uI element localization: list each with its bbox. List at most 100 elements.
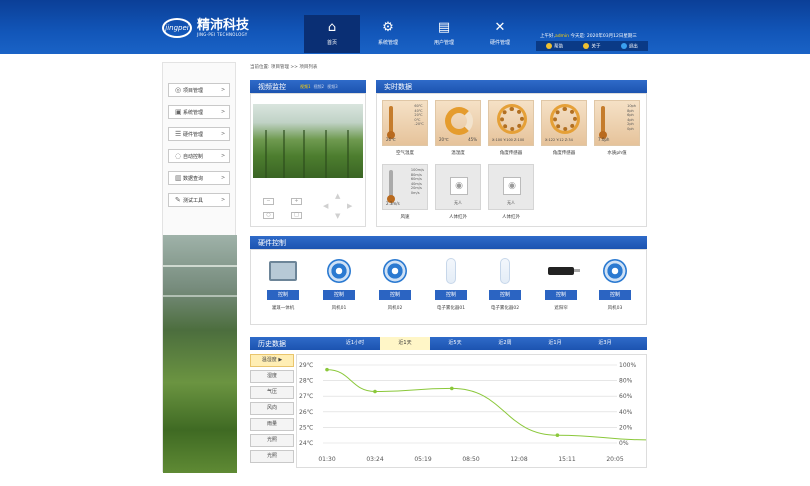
nav-client[interactable]: ▤ 用户管理 [416,15,472,53]
arrow-up-icon[interactable]: ▲ [335,192,340,200]
device-irrigation: 控制 灌溉一体机 [257,256,309,311]
sidebar-item-system[interactable]: ▣ 系统管理 > [168,105,230,119]
sensor-temp-humidity: 20℃ 45% 温湿度 [434,100,482,156]
y-right-tick-label: 80% [619,378,633,385]
sensor-value: 2.3m/s [386,201,400,206]
y-left-tick-label: 29℃ [299,362,314,369]
video-tab-1[interactable]: 视频1 [300,84,311,90]
sensor-card: 60℃ 40℃ 20℃ 0℃ -20℃ 26℃ [382,100,428,146]
hardware-panel: 控制 灌溉一体机 控制 风机01 控制 风机02 控制 电子雾化器01 控制 电… [250,249,647,325]
nav-system[interactable]: ⚙ 系统管理 [360,15,416,53]
zoom-in-button[interactable]: + [291,198,302,205]
nav-home[interactable]: ⌂ 首页 [304,15,360,53]
tab-1-hour[interactable]: 近1小时 [330,337,380,350]
top-nav: ⌂ 首页 ⚙ 系统管理 ▤ 用户管理 ✕ 硬件管理 [304,15,528,53]
sidebar-item-data-query[interactable]: ▥ 数据查询 > [168,171,230,185]
sensor-value: 无人 [454,200,462,205]
logo-title: 精沛科技 [197,18,250,33]
tab-2-weeks[interactable]: 近2周 [480,337,530,350]
scale-label: 60℃ [414,104,423,108]
tab-5-days[interactable]: 近5天 [430,337,480,350]
metric-light-2[interactable]: 光照 [250,450,294,463]
control-button[interactable]: 控制 [323,290,355,300]
control-button[interactable]: 控制 [435,290,467,300]
sensor-card: 100m/s 80m/s 60m/s 40m/s 20m/s 0m/s 2.3m… [382,164,428,210]
about-button[interactable]: 关于 [583,42,600,49]
angle-gauge-icon [553,107,577,131]
snapshot-button[interactable]: □ [291,212,302,219]
atomizer-icon [446,258,456,284]
nav-label: 系统管理 [377,40,398,46]
metric-humidity[interactable]: 湿度 [250,370,294,383]
sidebar-item-auto-control[interactable]: ◌ 自动控制 > [168,149,230,163]
sensor-air-temp: 60℃ 40℃ 20℃ 0℃ -20℃ 26℃ 空气温度 [381,100,429,156]
video-panel-header: 视频监控 视频1 视频2 视频3 [250,80,366,93]
arrow-left-icon[interactable]: ◀ [323,202,328,210]
data-point [555,433,560,437]
zoom-out-button[interactable]: − [263,198,274,205]
control-button[interactable]: 控制 [267,290,299,300]
sensor-card: 10ph 8ph 6ph 4ph 2ph 0ph 7.0ph [594,100,640,146]
metric-temp-humidity[interactable]: 温湿度 ▶ [250,354,294,367]
chevron-right-icon: > [221,197,226,203]
help-label: 帮助 [554,44,564,50]
video-tab-2[interactable]: 视频2 [314,84,325,90]
y-right-tick-label: 40% [619,409,633,416]
video-tab-3[interactable]: 视频3 [327,84,338,90]
device-fan-01: 控制 风机01 [313,256,365,311]
x-tick-label: 05:19 [414,456,431,463]
realtime-panel-header: 实时数据 [376,80,647,93]
device-name: 风机03 [607,306,623,311]
record-button[interactable]: ○ [263,212,274,219]
system-gear-icon: ⚙ [382,20,394,35]
control-button[interactable]: 控制 [489,290,521,300]
fan-icon [327,259,351,283]
video-frame[interactable] [253,104,363,178]
logout-label: 退出 [628,44,638,50]
sidebar-item-label: 测试工具 [183,197,204,204]
y-right-tick-label: 0% [619,440,629,447]
tab-1-month[interactable]: 近1月 [530,337,580,350]
x-tick-label: 20:05 [606,456,623,463]
metric-light-1[interactable]: 光照 [250,434,294,447]
control-button[interactable]: 控制 [545,290,577,300]
sensor-name: 水质ph值 [607,151,627,156]
metric-wind-direction[interactable]: 风向 [250,402,294,415]
y-right-tick-label: 20% [619,424,633,431]
arrow-down-icon[interactable]: ▼ [335,212,340,220]
nav-hardware[interactable]: ✕ 硬件管理 [472,15,528,53]
user-name[interactable]: admin [555,34,569,39]
logo-mark: jingpei [162,18,192,38]
scale-label: -20℃ [414,122,424,126]
control-button[interactable]: 控制 [599,290,631,300]
scale-label: 0ph [627,126,634,131]
control-button[interactable]: 控制 [379,290,411,300]
arrow-right-icon[interactable]: ▶ [347,202,352,210]
sidebar-item-test-tools[interactable]: ✎ 测试工具 > [168,193,230,207]
data-point [325,367,329,372]
metric-rainfall[interactable]: 雨量 [250,418,294,431]
sensor-card: X:122 Y:12 Z:34 [541,100,587,146]
tab-3-months[interactable]: 近3月 [580,337,630,350]
y-right-tick-label: 100% [619,362,636,369]
sidebar: ◎ 项目管理 > ▣ 系统管理 > ☰ 硬件管理 > ◌ 自动控制 > ▥ 数据查询 > ✎ 测试工具… [162,62,237,473]
sidebar-item-hardware[interactable]: ☰ 硬件管理 > [168,127,230,141]
device-fan-03: 控制 风机03 [589,256,641,311]
greenhouse-photo [163,235,237,473]
sensor-value: 无人 [507,200,515,205]
sensor-name: 温湿度 [451,151,465,156]
sidebar-item-label: 硬件管理 [183,131,204,138]
logout-button[interactable]: 退出 [620,42,638,50]
sidebar-item-project[interactable]: ◎ 项目管理 > [168,83,230,97]
help-button[interactable]: 帮助 [546,42,564,50]
sensor-value: X:122 Y:12 Z:34 [545,138,573,142]
irrigation-machine-icon [269,261,297,281]
video-title: 视频监控 [258,82,286,91]
sensor-name: 空气温度 [396,151,414,156]
tab-1-day[interactable]: 近1天 [380,337,430,350]
y-left-tick-label: 25℃ [299,424,314,431]
metric-pressure[interactable]: 气压 [250,386,294,399]
ph-bar-icon [599,106,607,139]
history-title: 历史数据 [258,339,286,348]
y-left-tick-label: 24℃ [299,440,314,447]
